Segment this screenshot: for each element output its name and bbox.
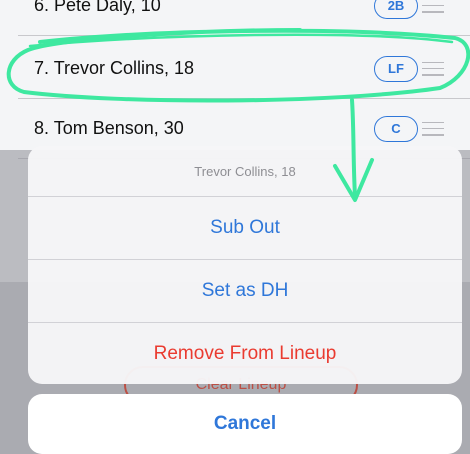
position-badge[interactable]: C: [374, 115, 418, 142]
remove-from-lineup-button[interactable]: Remove From Lineup: [28, 323, 462, 384]
action-sheet: Trevor Collins, 18 Sub Out Set as DH Rem…: [28, 146, 462, 384]
reorder-handle-icon[interactable]: [422, 121, 444, 136]
lineup-row-selected[interactable]: 7. Trevor Collins, 18 LF: [18, 39, 470, 99]
lineup-screen: 6. Pete Daly, 10 2B 7. Trevor Collins, 1…: [0, 0, 470, 454]
player-name: 7. Trevor Collins, 18: [34, 58, 195, 78]
cancel-button[interactable]: Cancel: [28, 394, 462, 454]
action-sheet-title: Trevor Collins, 18: [28, 146, 462, 197]
position-badge[interactable]: 2B: [374, 0, 418, 19]
sub-out-button[interactable]: Sub Out: [28, 197, 462, 260]
reorder-handle-icon[interactable]: [422, 0, 444, 13]
set-as-dh-button[interactable]: Set as DH: [28, 260, 462, 323]
player-name: 8. Tom Benson, 30: [34, 118, 184, 138]
lineup-row[interactable]: 6. Pete Daly, 10 2B: [18, 0, 470, 36]
player-name: 6. Pete Daly, 10: [34, 0, 161, 15]
reorder-handle-icon[interactable]: [422, 61, 444, 76]
position-badge[interactable]: LF: [374, 55, 418, 82]
